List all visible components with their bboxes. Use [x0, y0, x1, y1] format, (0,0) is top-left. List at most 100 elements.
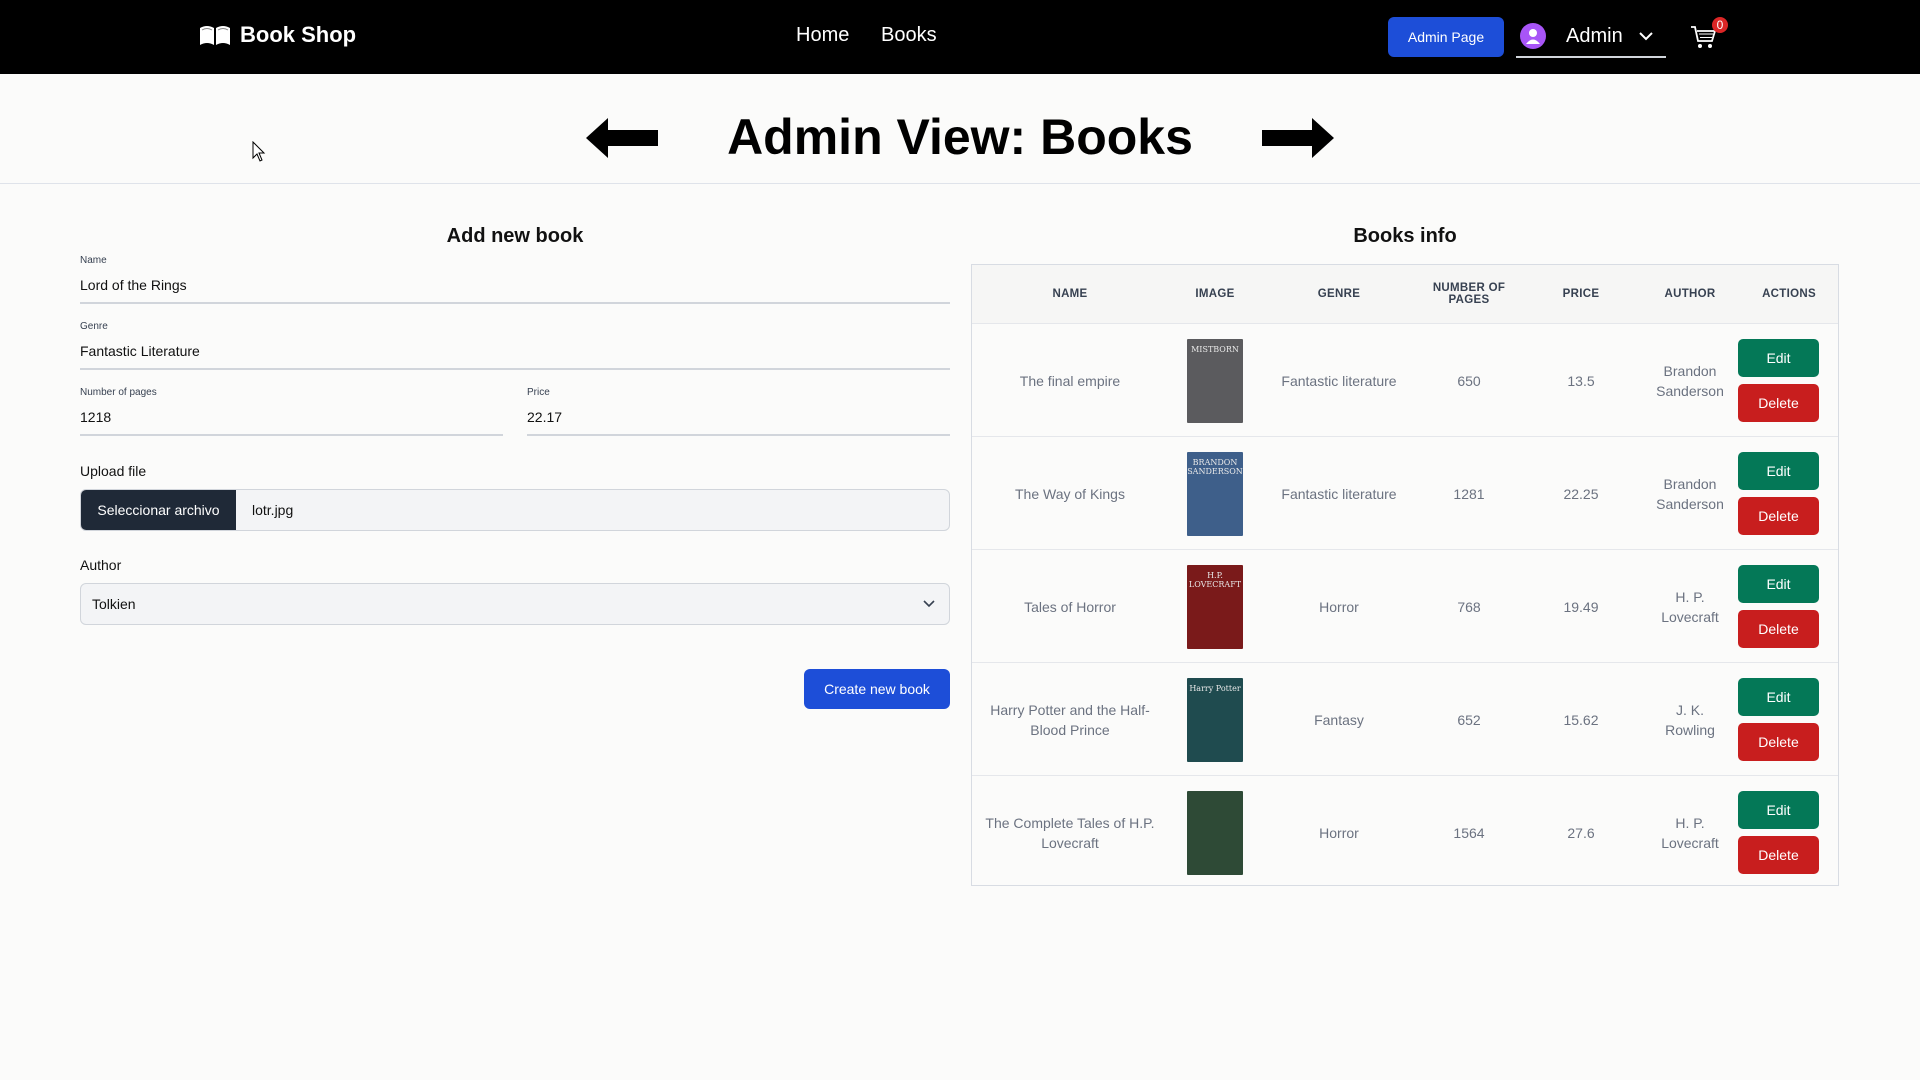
table-row: Harry Potter and the Half-Blood Prince Fa… — [972, 662, 1838, 775]
column-header-author: AUTHOR — [1664, 288, 1716, 300]
book-name-cell: The Way of Kings — [1015, 485, 1125, 502]
column-header-actions: ACTIONS — [1762, 288, 1816, 300]
book-price-cell: 13.5 — [1567, 372, 1595, 389]
book-cover-title: BRANDON SANDERSON — [1187, 457, 1243, 476]
delete-button[interactable]: Delete — [1738, 723, 1819, 761]
edit-button[interactable]: Edit — [1738, 339, 1819, 377]
delete-button[interactable]: Delete — [1738, 497, 1819, 535]
genre-label: Genre — [80, 321, 108, 332]
book-name-cell: Harry Potter and the Half-Blood Prince — [990, 701, 1150, 738]
genre-field[interactable]: Genre Fantastic Literature — [80, 321, 950, 370]
book-image-cell: MISTBORN — [1168, 324, 1262, 437]
book-pages-cell: 1281 — [1453, 485, 1485, 502]
delete-button[interactable]: Delete — [1738, 384, 1819, 422]
user-avatar-icon — [1520, 23, 1546, 49]
book-image-cell: Harry Potter — [1168, 663, 1262, 776]
book-pages-cell: 652 — [1457, 711, 1481, 728]
price-label: Price — [527, 387, 550, 398]
brand-logo[interactable]: Book Shop — [198, 22, 356, 48]
book-cover-image: BRANDON SANDERSON — [1187, 451, 1243, 536]
user-menu[interactable]: Admin — [1516, 16, 1666, 58]
navbar: Book Shop Home Books Admin Page Admin 0 — [0, 0, 1920, 74]
book-cover-image: MISTBORN — [1187, 338, 1243, 423]
book-genre-cell: Fantasy — [1314, 711, 1364, 728]
column-header-image: IMAGE — [1195, 288, 1235, 300]
book-genre-cell: Fantastic literature — [1281, 485, 1397, 502]
user-name: Admin — [1566, 24, 1623, 47]
column-header-genre: GENRE — [1317, 288, 1361, 300]
create-book-button[interactable]: Create new book — [804, 669, 950, 709]
book-cover-title: H.P. LOVECRAFT — [1188, 570, 1242, 589]
name-field[interactable]: Name Lord of the Rings — [80, 255, 950, 304]
table-row: The final empire Fantastic literature 650 1… — [972, 323, 1838, 436]
delete-button[interactable]: Delete — [1738, 836, 1819, 874]
name-value: Lord of the Rings — [80, 277, 187, 293]
book-pages-cell: 650 — [1457, 372, 1481, 389]
genre-value: Fantastic Literature — [80, 343, 200, 359]
chevron-down-icon — [1639, 32, 1653, 41]
pages-value: 1218 — [80, 409, 112, 425]
book-genre-cell: Horror — [1319, 824, 1359, 841]
page: Book Shop Home Books Admin Page Admin 0 — [0, 0, 1920, 1080]
admin-page-button[interactable]: Admin Page — [1388, 17, 1504, 57]
file-input[interactable]: Seleccionar archivo lotr.jpg — [80, 489, 950, 531]
table-title: Books info — [1353, 225, 1457, 247]
books-table: NAME IMAGE GENRE NUMBER OF PAGES PRICE A… — [971, 264, 1839, 886]
table-row: Tales of Horror Horror 768 19.49 H. P. Lovec… — [972, 549, 1838, 662]
book-cover-image — [1187, 790, 1243, 875]
edit-button[interactable]: Edit — [1738, 791, 1819, 829]
table-row: The Complete Tales of H.P. Lovecraft Horr… — [972, 775, 1838, 888]
book-image-cell: BRANDON SANDERSON — [1168, 437, 1262, 550]
nav-link-home[interactable]: Home — [796, 24, 849, 47]
book-pages-cell: 768 — [1457, 598, 1481, 615]
table-header: NAME IMAGE GENRE NUMBER OF PAGES PRICE A… — [972, 265, 1838, 323]
author-label: Author — [80, 557, 122, 573]
book-price-cell: 27.6 — [1567, 824, 1595, 841]
table-row: The Way of Kings Fantastic literature 1281… — [972, 436, 1838, 549]
mouse-cursor-icon — [252, 141, 266, 162]
book-author-cell: Brandon Sanderson — [1656, 362, 1724, 399]
column-header-name: NAME — [1052, 288, 1088, 300]
column-header-price: PRICE — [1562, 288, 1600, 300]
file-name: lotr.jpg — [252, 502, 294, 518]
price-field[interactable]: Price 22.17 — [527, 387, 950, 436]
upload-label: Upload file — [80, 463, 147, 479]
delete-button[interactable]: Delete — [1738, 610, 1819, 648]
book-cover-image: H.P. LOVECRAFT — [1187, 564, 1243, 649]
book-genre-cell: Fantastic literature — [1281, 372, 1397, 389]
book-image-cell: H.P. LOVECRAFT — [1168, 550, 1262, 663]
book-name-cell: The final empire — [1019, 372, 1121, 389]
cart-count-badge: 0 — [1712, 17, 1728, 33]
form-title: Add new book — [446, 225, 584, 247]
book-author-cell: H. P. Lovecraft — [1661, 588, 1719, 625]
book-cover-image: Harry Potter — [1187, 677, 1243, 762]
book-cover-title: MISTBORN — [1191, 344, 1239, 354]
book-genre-cell: Horror — [1319, 598, 1359, 615]
open-book-icon — [200, 26, 230, 45]
pages-label: Number of pages — [80, 387, 157, 398]
edit-button[interactable]: Edit — [1738, 565, 1819, 603]
nav-link-books[interactable]: Books — [881, 24, 937, 47]
file-select-button[interactable]: Seleccionar archivo — [81, 490, 236, 530]
book-pages-cell: 1564 — [1453, 824, 1485, 841]
arrow-right-icon[interactable] — [1262, 118, 1334, 158]
chevron-down-icon — [923, 600, 935, 608]
edit-button[interactable]: Edit — [1738, 678, 1819, 716]
book-author-cell: Brandon Sanderson — [1656, 475, 1724, 512]
book-image-cell — [1168, 776, 1262, 889]
pages-field[interactable]: Number of pages 1218 — [80, 387, 503, 436]
author-select[interactable]: Tolkien — [80, 583, 950, 625]
book-price-cell: 15.62 — [1563, 711, 1599, 728]
page-title: Admin View: Books — [727, 109, 1193, 165]
price-value: 22.17 — [527, 409, 563, 425]
column-header-pages: NUMBER OF PAGES — [1432, 282, 1506, 306]
edit-button[interactable]: Edit — [1738, 452, 1819, 490]
book-price-cell: 22.25 — [1563, 485, 1599, 502]
brand-name: Book Shop — [240, 22, 357, 47]
book-cover-title: Harry Potter — [1189, 683, 1241, 693]
book-price-cell: 19.49 — [1563, 598, 1599, 615]
name-label: Name — [80, 255, 107, 266]
book-author-cell: J. K. Rowling — [1665, 701, 1715, 738]
page-header: Admin View: Books — [0, 74, 1920, 184]
author-selected-value: Tolkien — [92, 596, 136, 612]
